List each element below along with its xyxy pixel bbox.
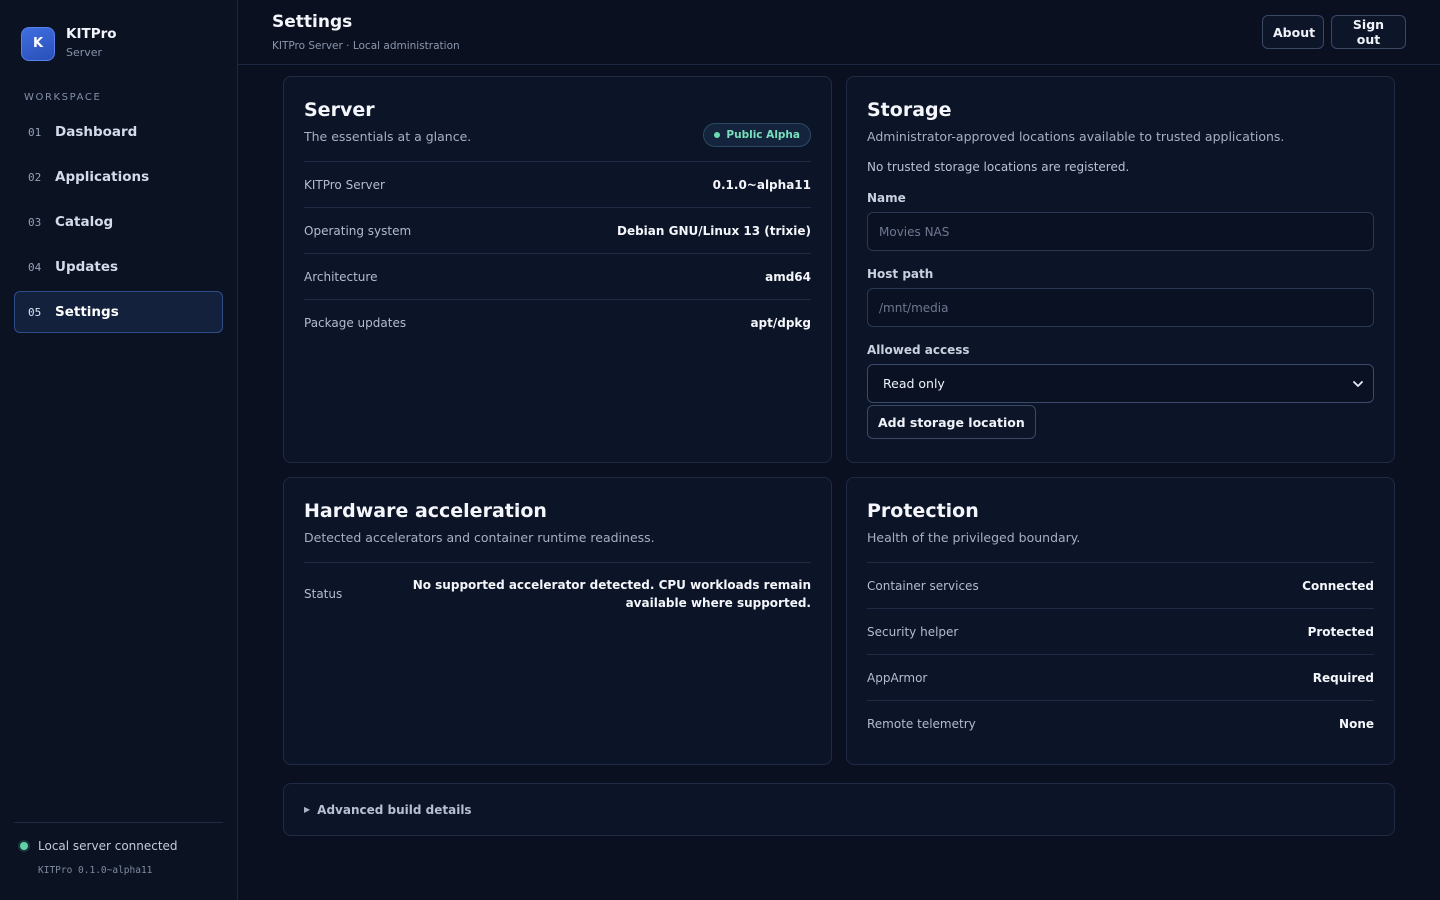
server-card-title: Server — [304, 99, 375, 121]
info-key: Operating system — [304, 223, 412, 238]
server-info-row: Package updates apt/dpkg — [304, 300, 811, 346]
info-key: KITPro Server — [304, 177, 385, 192]
info-key: Security helper — [867, 624, 959, 639]
badge-label: Public Alpha — [726, 129, 800, 141]
sidebar-item-applications[interactable]: 02 Applications — [14, 156, 223, 198]
info-value: apt/dpkg — [750, 316, 811, 330]
host-path-input[interactable] — [867, 288, 1374, 327]
brand-name: KITPro — [66, 26, 117, 42]
name-field-label: Name — [867, 191, 906, 205]
sidebar: K KITPro Server WORKSPACE 01 Dashboard 0… — [0, 0, 238, 900]
protection-info-list: Container services Connected Security he… — [867, 562, 1374, 747]
storage-empty-note: No trusted storage locations are registe… — [867, 160, 1130, 174]
protection-row: Container services Connected — [867, 563, 1374, 609]
sidebar-item-settings[interactable]: 05 Settings — [14, 291, 223, 333]
status-dot-icon — [20, 842, 28, 850]
allowed-access-value: Read only — [883, 376, 945, 391]
info-key: Remote telemetry — [867, 717, 976, 731]
about-button[interactable]: About — [1262, 15, 1324, 49]
info-key: AppArmor — [867, 670, 928, 685]
hardware-card-description: Detected accelerators and container runt… — [304, 530, 655, 545]
sidebar-item-catalog[interactable]: 03 Catalog — [14, 201, 223, 243]
info-key: Container services — [867, 578, 979, 593]
disclosure-triangle-icon: ▶ — [304, 805, 311, 814]
badge-dot-icon — [714, 132, 721, 138]
advanced-build-details-label: Advanced build details — [317, 802, 472, 817]
nav-number: 03 — [28, 215, 42, 229]
protection-card-title: Protection — [867, 500, 979, 522]
info-value: amd64 — [765, 269, 811, 284]
info-key: Architecture — [304, 269, 378, 284]
nav-number: 05 — [28, 305, 42, 319]
sidebar-item-dashboard[interactable]: 01 Dashboard — [14, 111, 223, 153]
hardware-card-title: Hardware acceleration — [304, 500, 547, 522]
sidebar-item-updates[interactable]: 04 Updates — [14, 246, 223, 288]
protection-row: AppArmor Required — [867, 655, 1374, 701]
protection-card: Protection Health of the privileged boun… — [846, 477, 1395, 765]
nav-number: 01 — [28, 125, 42, 139]
page-title: Settings — [272, 12, 353, 32]
info-key: Package updates — [304, 316, 407, 330]
nav-label: Catalog — [55, 214, 114, 230]
hardware-status-row: Status No supported accelerator detected… — [304, 563, 811, 625]
connection-status-text: Local server connected — [38, 839, 178, 853]
add-storage-location-button[interactable]: Add storage location — [867, 405, 1036, 439]
storage-card: Storage Administrator-approved locations… — [846, 76, 1395, 463]
chevron-down-icon — [1353, 380, 1363, 387]
connection-status: Local server connected — [14, 839, 223, 853]
hardware-acceleration-card: Hardware acceleration Detected accelerat… — [283, 477, 832, 765]
nav-label: Dashboard — [55, 124, 138, 140]
hardware-info-list: Status No supported accelerator detected… — [304, 562, 811, 625]
allowed-access-label: Allowed access — [867, 343, 970, 357]
info-value: Debian GNU/Linux 13 (trixie) — [616, 223, 811, 238]
storage-card-description: Administrator-approved locations availab… — [867, 129, 1285, 144]
info-value: Required — [1312, 670, 1374, 685]
brand[interactable]: K KITPro Server — [21, 26, 117, 61]
brand-logo: K — [21, 26, 55, 61]
release-badge: Public Alpha — [703, 123, 811, 147]
info-value: No supported accelerator detected. CPU w… — [412, 578, 811, 610]
version-label: KITPro 0.1.0~alpha11 — [38, 865, 153, 876]
nav-section-label: WORKSPACE — [24, 92, 102, 103]
server-info-row: Operating system Debian GNU/Linux 13 (tr… — [304, 208, 811, 254]
brand-text: KITPro Server — [66, 26, 117, 61]
page-header: Settings KITPro Server · Local administr… — [238, 0, 1440, 65]
allowed-access-select[interactable]: Read only — [867, 364, 1374, 403]
advanced-build-details-toggle[interactable]: ▶ Advanced build details — [283, 783, 1395, 836]
server-info-row: KITPro Server 0.1.0~alpha11 — [304, 162, 811, 208]
brand-subtitle: Server — [66, 46, 103, 59]
info-value: None — [1339, 717, 1374, 731]
page-subtitle: KITPro Server · Local administration — [272, 40, 460, 52]
sidebar-nav: 01 Dashboard 02 Applications 03 Catalog … — [14, 111, 223, 336]
protection-row: Remote telemetry None — [867, 701, 1374, 747]
sign-out-button[interactable]: Sign out — [1331, 15, 1406, 49]
host-path-field-label: Host path — [867, 267, 934, 281]
info-value: Connected — [1302, 578, 1374, 593]
server-card: Server The essentials at a glance. Publi… — [283, 76, 832, 463]
info-value: 0.1.0~alpha11 — [712, 177, 811, 192]
nav-label: Updates — [55, 259, 119, 275]
info-value: Protected — [1307, 624, 1374, 639]
nav-label: Applications — [55, 169, 150, 185]
sidebar-footer: Local server connected KITPro 0.1.0~alph… — [14, 822, 223, 876]
storage-card-title: Storage — [867, 99, 952, 121]
nav-number: 04 — [28, 260, 42, 274]
nav-label: Settings — [55, 304, 119, 320]
server-info-row: Architecture amd64 — [304, 254, 811, 300]
server-info-list: KITPro Server 0.1.0~alpha11 Operating sy… — [304, 161, 811, 346]
info-key: Status — [304, 587, 343, 601]
nav-number: 02 — [28, 170, 42, 184]
storage-name-input[interactable] — [867, 212, 1374, 251]
protection-row: Security helper Protected — [867, 609, 1374, 655]
protection-card-description: Health of the privileged boundary. — [867, 530, 1081, 545]
